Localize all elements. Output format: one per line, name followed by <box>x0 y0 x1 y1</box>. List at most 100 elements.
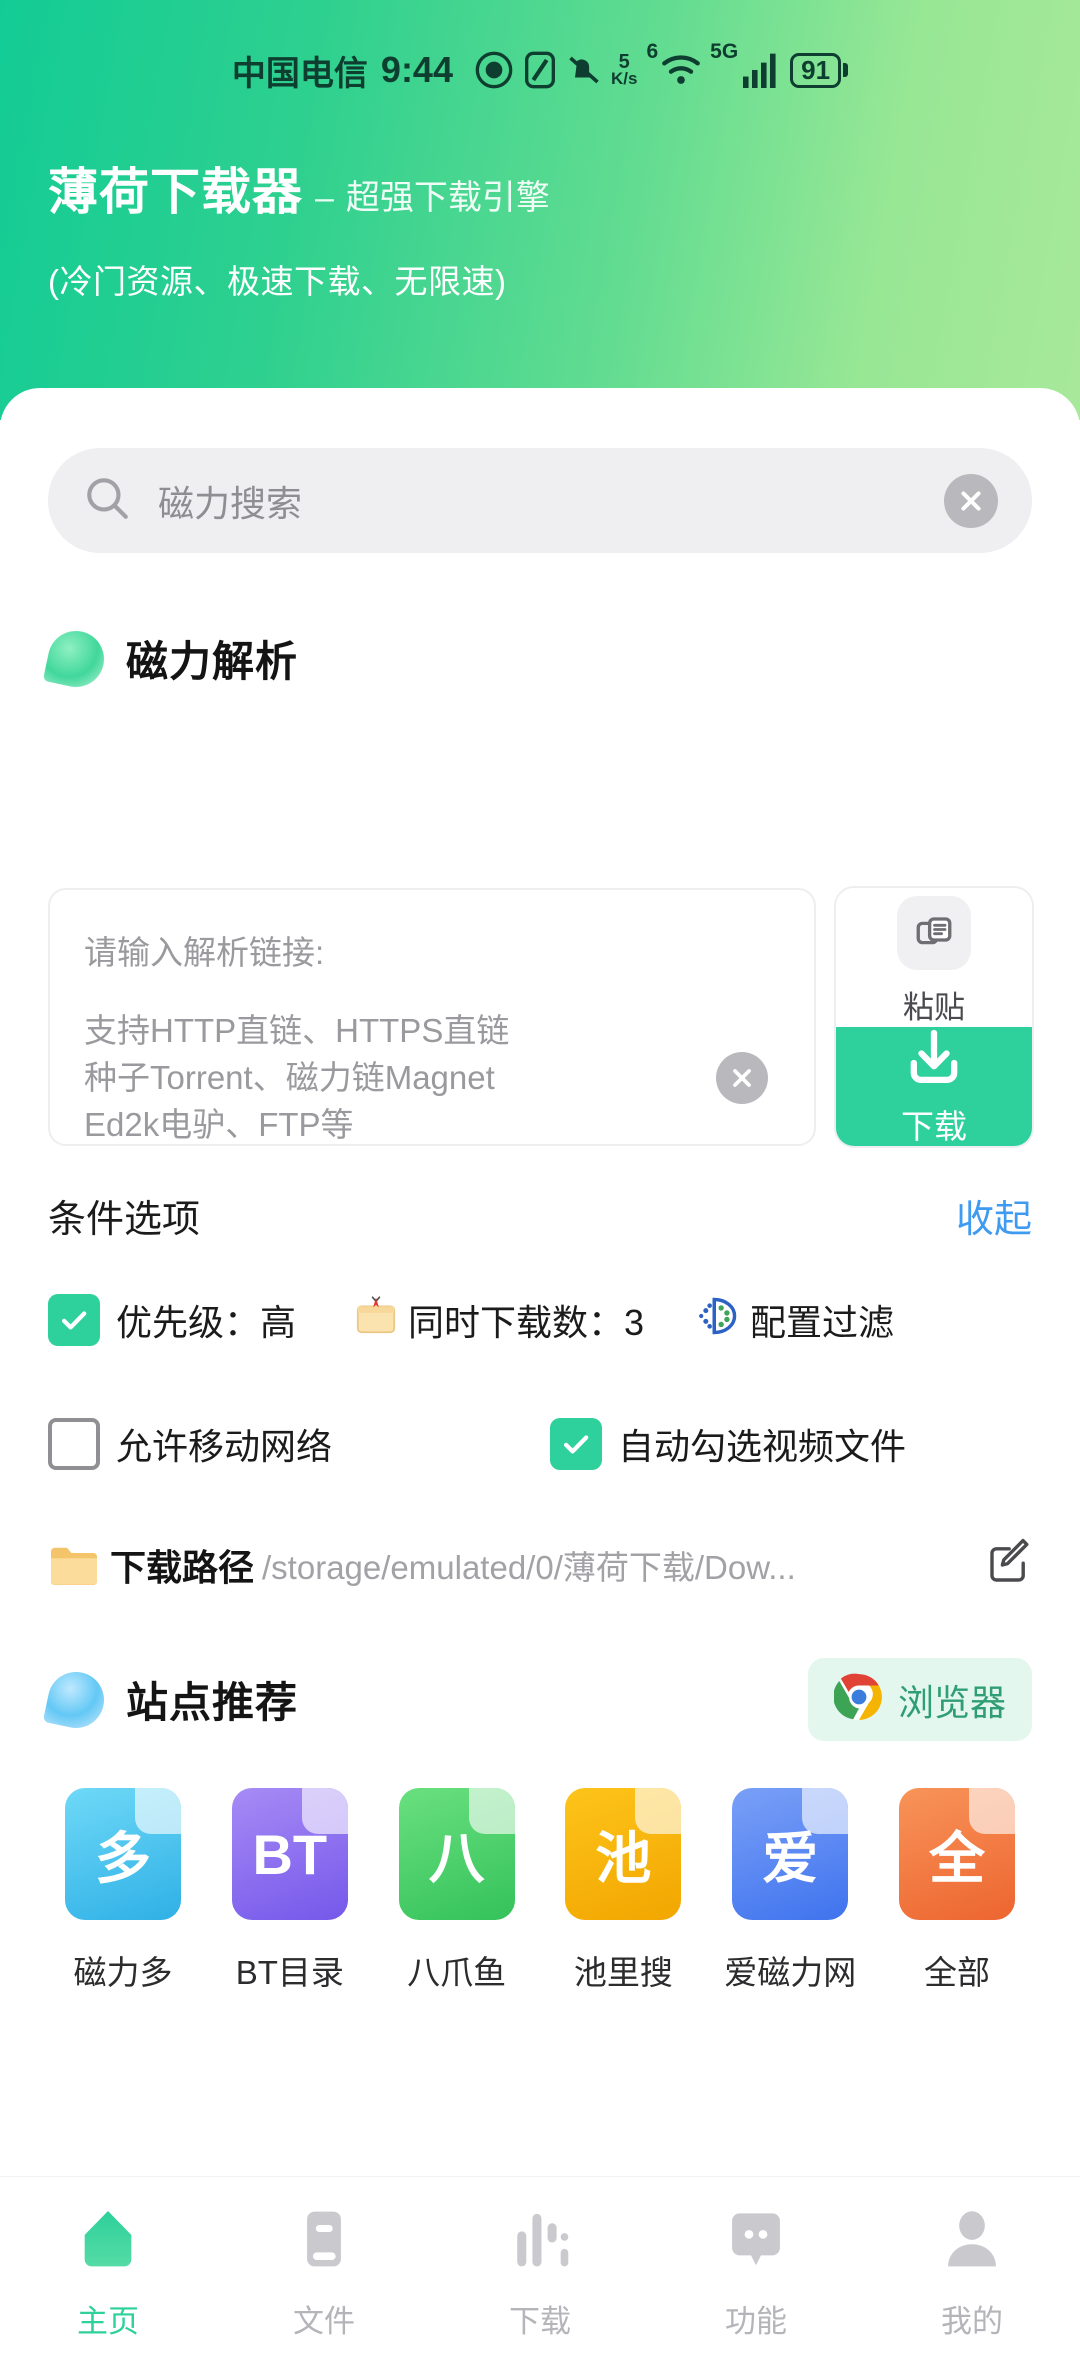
option-allow-mobile-network[interactable]: 允许移动网络 <box>48 1418 332 1470</box>
search-placeholder: 磁力搜索 <box>158 482 303 524</box>
option-allow-mobile-network-label: 允许移动网络 <box>116 1426 333 1467</box>
site-item[interactable]: 八 八爪鱼 <box>382 1788 532 1994</box>
site-icon-cilidu: 多 <box>65 1788 181 1920</box>
site-item-label: BT目录 <box>235 1954 344 1991</box>
site-item[interactable]: 池 池里搜 <box>548 1788 698 1994</box>
title-dash: – <box>315 179 334 217</box>
site-item-label: 爱磁力网 <box>724 1954 857 1991</box>
site-icon-glyph: BT <box>252 1822 328 1886</box>
download-button-label: 下载 <box>901 1108 967 1145</box>
site-item-label: 磁力多 <box>73 1954 173 1991</box>
file-icon <box>289 2203 359 2280</box>
status-bar: 中国电信 9:44 5 K/s 6 5G 91 <box>0 40 1080 100</box>
site-item-label: 池里搜 <box>573 1954 673 1991</box>
option-configure-filter[interactable]: 配置过滤 <box>696 1293 894 1346</box>
profile-icon <box>937 2203 1007 2280</box>
site-icon-glyph: 池 <box>595 1826 652 1890</box>
parse-hint-line-3: Ed2k电驴、FTP等 <box>84 1105 354 1143</box>
blue-drop-icon <box>42 1666 110 1733</box>
nav-item-features-label: 功能 <box>725 2304 787 2339</box>
search-input[interactable]: 磁力搜索 <box>48 448 1032 553</box>
nav-item-profile[interactable]: 我的 <box>864 2203 1080 2341</box>
option-concurrent-downloads[interactable]: 同时下载数：3 <box>352 1293 644 1346</box>
download-button[interactable]: 下载 <box>836 1027 1032 1146</box>
site-icon-glyph: 八 <box>428 1826 485 1890</box>
filter-emoji-icon <box>696 1293 744 1346</box>
content-sheet: 磁力搜索 磁力解析 请输入解析链接: 支持HTTP直链、HTTPS直链 种子To… <box>0 388 1080 2376</box>
checkbox-checked-icon[interactable] <box>48 1293 100 1346</box>
status-carrier: 中国电信 <box>231 54 368 93</box>
app-screen: 中国电信 9:44 5 K/s 6 5G 91 薄荷下载器 – 超强下载引擎 (… <box>0 0 1080 2376</box>
folder-icon <box>48 1543 100 1587</box>
sites-grid: 多 磁力多 BT BT目录 八 八爪鱼 池 池里搜 爱 爱磁力网 全 全部 <box>48 1788 1032 1994</box>
site-icon-btmulu: BT <box>231 1788 348 1920</box>
downloads-icon <box>505 2203 575 2280</box>
section-sites: 站点推荐 浏览器 <box>42 1658 1032 1741</box>
features-icon <box>721 2203 791 2280</box>
browser-button-label: 浏览器 <box>897 1681 1006 1723</box>
options-collapse-button[interactable]: 收起 <box>956 1188 1032 1243</box>
browser-button[interactable]: 浏览器 <box>807 1658 1032 1741</box>
battery-level: 91 <box>790 52 842 88</box>
section-magnet-parse: 磁力解析 <box>42 625 299 692</box>
site-icon-glyph: 爱 <box>762 1826 819 1890</box>
page-title: 薄荷下载器 – 超强下载引擎 <box>48 152 550 224</box>
nav-item-files[interactable]: 文件 <box>216 2203 432 2341</box>
wifi-gen-badge: 6 <box>646 40 659 63</box>
nav-item-features[interactable]: 功能 <box>648 2203 864 2341</box>
wifi-icon <box>661 53 701 87</box>
paste-button[interactable]: 粘贴 <box>836 888 1032 1027</box>
option-concurrent-downloads-label: 同时下载数：3 <box>408 1301 645 1343</box>
option-priority-label: 优先级：高 <box>116 1301 297 1343</box>
eye-icon <box>474 50 514 90</box>
options-title: 条件选项 <box>48 1199 201 1241</box>
nav-item-downloads-label: 下载 <box>509 2304 571 2339</box>
signal-bars-icon <box>741 52 781 88</box>
site-icon-chilisou: 池 <box>565 1788 682 1920</box>
section-sites-title-group: 站点推荐 <box>42 1666 299 1733</box>
green-leaf-icon <box>42 625 110 692</box>
nav-item-home-label: 主页 <box>77 2304 139 2339</box>
checkbox-unchecked-icon[interactable] <box>48 1418 100 1470</box>
nav-item-home[interactable]: 主页 <box>0 2203 216 2341</box>
app-header: 中国电信 9:44 5 K/s 6 5G 91 薄荷下载器 – 超强下载引擎 (… <box>0 0 1080 420</box>
search-clear-icon[interactable] <box>944 473 998 528</box>
checkbox-checked-icon[interactable] <box>550 1418 603 1470</box>
bottom-navigation: 主页 文件 下载 功能 我的 <box>0 2176 1080 2376</box>
mute-bell-icon <box>566 51 602 89</box>
options-header: 条件选项 收起 <box>48 1188 1032 1243</box>
card-index-emoji-icon <box>352 1293 400 1346</box>
nav-item-profile-label: 我的 <box>941 2304 1003 2339</box>
download-arrow-icon <box>901 1027 967 1092</box>
option-auto-select-video[interactable]: 自动勾选视频文件 <box>550 1418 906 1470</box>
paste-button-label: 粘贴 <box>903 990 965 1025</box>
section-magnet-parse-title: 磁力解析 <box>126 638 299 685</box>
site-icon-glyph: 多 <box>95 1826 151 1890</box>
nav-item-files-label: 文件 <box>293 2304 355 2339</box>
netspeed-icon: 5 K/s <box>610 50 638 89</box>
options-row-2: 允许移动网络 自动勾选视频文件 <box>48 1418 1032 1470</box>
site-item[interactable]: 多 磁力多 <box>48 1788 198 1994</box>
parse-hint-line-1: 支持HTTP直链、HTTPS直链 <box>84 1012 510 1049</box>
parse-link-input[interactable]: 请输入解析链接: 支持HTTP直链、HTTPS直链 种子Torrent、磁力链M… <box>48 888 816 1146</box>
download-path-row[interactable]: 下载路径 /storage/emulated/0/薄荷下载/Dow... <box>48 1538 1032 1591</box>
site-item[interactable]: 全 全部 <box>882 1788 1032 1994</box>
battery-icon: 91 <box>790 52 849 88</box>
options-row-1: 优先级：高 同时下载数：3 配置过滤 <box>48 1293 1032 1346</box>
app-tagline: (冷门资源、极速下载、无限速) <box>48 263 507 300</box>
site-item[interactable]: BT BT目录 <box>215 1788 365 1994</box>
battery-tip <box>843 63 849 77</box>
site-icon-bazhuayu: 八 <box>398 1788 515 1920</box>
edit-pencil-icon[interactable] <box>984 1538 1032 1591</box>
parse-actions: 粘贴 下载 <box>836 888 1032 1146</box>
app-name: 薄荷下载器 <box>48 164 303 220</box>
option-priority[interactable]: 优先级：高 <box>48 1293 297 1346</box>
nav-item-downloads[interactable]: 下载 <box>432 2203 648 2341</box>
chrome-icon <box>833 1672 884 1727</box>
site-item[interactable]: 爱 爱磁力网 <box>715 1788 865 1994</box>
parse-clear-icon[interactable] <box>716 1052 768 1104</box>
app-subtitle: 超强下载引擎 <box>345 179 550 217</box>
download-path-value: /storage/emulated/0/薄荷下载/Dow... <box>262 1548 796 1586</box>
section-sites-title: 站点推荐 <box>126 1679 299 1726</box>
search-icon <box>82 473 132 528</box>
